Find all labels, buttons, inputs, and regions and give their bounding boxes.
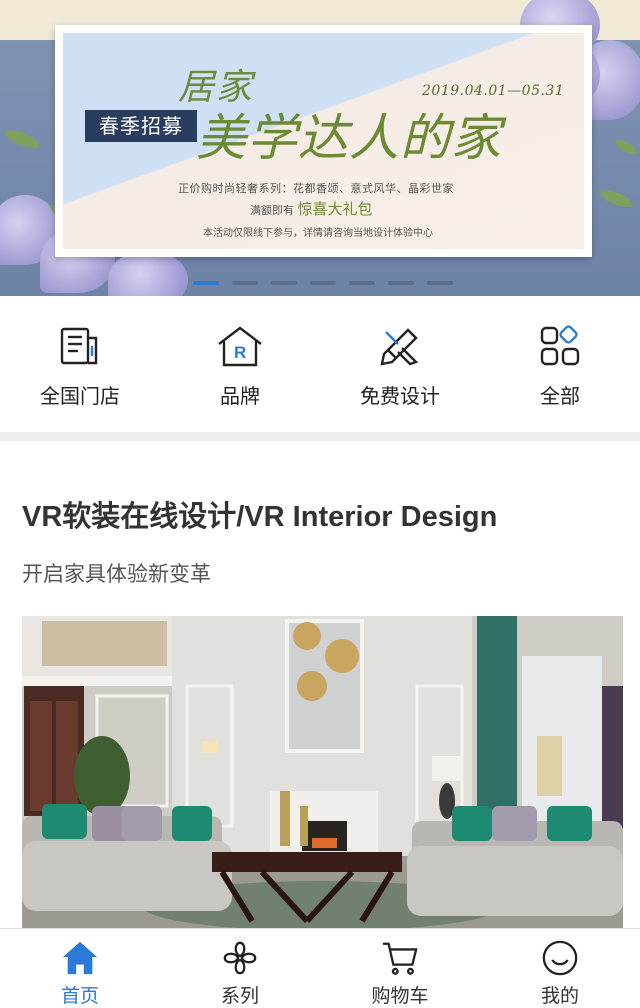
- bottom-tab-bar: 首页 系列 购物车 我的: [0, 928, 640, 1008]
- tab-home[interactable]: 首页: [0, 929, 160, 1008]
- section-divider: [0, 432, 640, 441]
- quick-nav: 全国门店 R 品牌 免费设计 全部: [0, 298, 640, 432]
- design-tools-icon: [376, 322, 424, 370]
- store-list-icon: [56, 322, 104, 370]
- quicknav-item-brand[interactable]: R 品牌: [160, 298, 320, 432]
- banner-gift-highlight: 惊喜大礼包: [297, 200, 373, 218]
- brand-house-icon: R: [216, 322, 264, 370]
- banner-text-line1: 正价购时尚轻奢系列：花都香颂、意式风华、晶彩世家: [178, 182, 454, 195]
- leaf-decoration: [615, 140, 637, 154]
- vr-interior-image[interactable]: [22, 616, 623, 928]
- tab-label: 首页: [60, 985, 99, 1007]
- section-subtitle: 开启家具体验新变革: [22, 562, 211, 586]
- tab-profile[interactable]: 我的: [480, 929, 640, 1008]
- carousel-dot[interactable]: [349, 281, 375, 285]
- home-icon: [62, 941, 98, 975]
- tab-label: 系列: [220, 985, 259, 1007]
- quicknav-item-stores[interactable]: 全国门店: [0, 298, 160, 432]
- promo-banner-carousel[interactable]: 春季招募 居家 美学达人的家 2019.04.01—05.31 正价购时尚轻奢系…: [0, 0, 640, 296]
- carousel-dot[interactable]: [271, 281, 297, 285]
- all-grid-icon: [536, 322, 584, 370]
- series-icon: [223, 941, 257, 975]
- profile-smile-icon: [542, 940, 578, 976]
- carousel-dot[interactable]: [310, 281, 336, 285]
- carousel-dot[interactable]: [427, 281, 453, 285]
- carousel-dot[interactable]: [193, 281, 219, 285]
- leaf-decoration: [5, 130, 39, 148]
- banner-text-line2-prefix: 满额即有: [250, 204, 294, 217]
- svg-text:R: R: [234, 343, 246, 362]
- carousel-dot[interactable]: [232, 281, 258, 285]
- quicknav-label: 全国门店: [40, 384, 120, 408]
- tab-label: 购物车: [371, 985, 429, 1007]
- leaf-decoration: [600, 190, 632, 207]
- carousel-indicator: [193, 281, 453, 285]
- banner-title-line2: 美学达人的家: [196, 109, 502, 167]
- tab-cart[interactable]: 购物车: [320, 929, 480, 1008]
- banner-date: 2019.04.01—05.31: [422, 83, 565, 99]
- quicknav-label: 全部: [540, 384, 580, 408]
- quicknav-label: 品牌: [220, 384, 260, 408]
- cart-icon: [382, 942, 418, 975]
- quicknav-item-all[interactable]: 全部: [480, 298, 640, 432]
- quicknav-label: 免费设计: [360, 384, 440, 408]
- banner-text-line2: 满额即有 惊喜大礼包: [250, 198, 373, 219]
- quicknav-item-free-design[interactable]: 免费设计: [320, 298, 480, 432]
- section-title: VR软装在线设计/VR Interior Design: [22, 501, 498, 533]
- tab-label: 我的: [540, 985, 579, 1007]
- banner-tag: 春季招募: [85, 110, 197, 142]
- banner-text-line3: 本活动仅限线下参与，详情请咨询当地设计体验中心: [203, 228, 433, 239]
- carousel-dot[interactable]: [388, 281, 414, 285]
- tab-series[interactable]: 系列: [160, 929, 320, 1008]
